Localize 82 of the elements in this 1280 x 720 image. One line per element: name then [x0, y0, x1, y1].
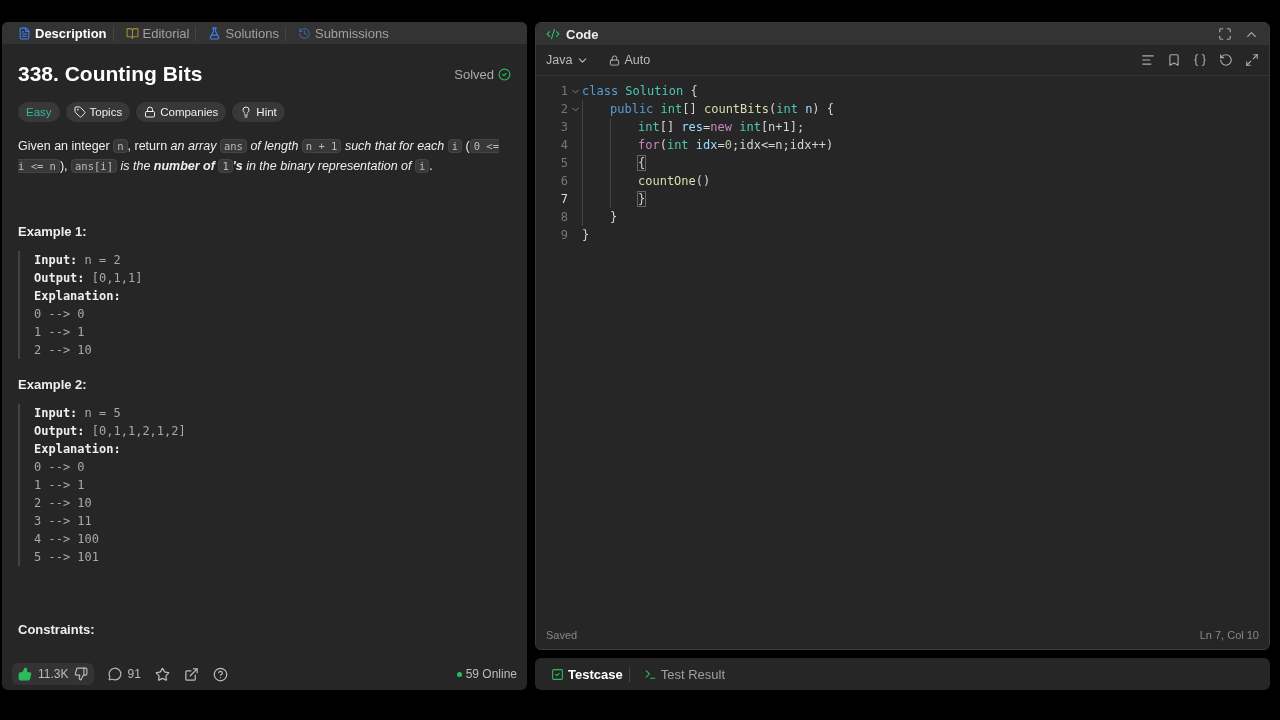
example-line: Output: [0,1,1] — [34, 270, 144, 287]
line-number: 6 — [559, 174, 568, 188]
comment-icon[interactable] — [108, 667, 123, 681]
problem-statement: Given an integer n , return an array ans of length n + 1 such that for each i ( 0 <= i <= n ), ans[i] is the number of 1 's in the binary representation of i . — [18, 138, 501, 175]
bookmark-icon[interactable] — [1167, 53, 1181, 67]
tag-chip[interactable]: Companies — [136, 102, 227, 122]
line-number: 4 — [559, 138, 568, 152]
line-number: 1 — [559, 84, 568, 98]
example-line: 1 --> 1 — [34, 324, 86, 341]
lock-icon — [144, 106, 157, 118]
braces-icon[interactable] — [1193, 53, 1207, 67]
constraints-title: Constraints: — [18, 622, 96, 637]
console-tab[interactable]: Test Result — [637, 666, 731, 682]
checkbox-icon — [551, 667, 564, 681]
cursor-position: Ln 7, Col 10 — [1199, 629, 1259, 641]
code-line: } — [638, 192, 646, 206]
example-line: 2 --> 10 — [34, 342, 93, 359]
language-select[interactable]: Java — [546, 53, 590, 67]
panel-tab[interactable]: Submissions — [291, 25, 395, 41]
example-line: Output: [0,1,1,2,1,2] — [34, 423, 187, 440]
thumbs-down-icon[interactable] — [74, 667, 89, 681]
example-line: 1 --> 1 — [34, 477, 86, 494]
flask-icon — [208, 26, 222, 40]
console-tab[interactable]: Testcase — [545, 666, 630, 682]
lightbulb-icon — [240, 106, 253, 118]
example-line: Input: n = 2 — [34, 252, 122, 269]
panel-tab[interactable]: Editorial — [119, 25, 197, 41]
line-number: 3 — [559, 120, 568, 134]
share-icon[interactable] — [183, 666, 199, 682]
example-line: 5 --> 101 — [34, 549, 101, 566]
code-line: public int[] countBits(int n) { — [610, 102, 835, 116]
example-line: 3 --> 11 — [34, 513, 93, 530]
history-icon — [297, 26, 311, 40]
example-line: 4 --> 100 — [34, 531, 101, 548]
like-count: 11.3K — [38, 667, 69, 681]
example-line: 2 --> 10 — [34, 495, 93, 512]
difficulty-badge: Easy — [18, 102, 60, 122]
panel-tab[interactable]: Solutions — [202, 25, 286, 41]
tag-chip[interactable]: Hint — [232, 102, 285, 122]
example-line: Input: n = 5 — [34, 405, 122, 422]
panel-tab[interactable]: Description — [12, 25, 114, 41]
online-count: 59 Online — [456, 667, 517, 681]
mode-label[interactable]: Auto — [609, 53, 651, 67]
example-line: Explanation: — [34, 441, 122, 458]
tag-icon — [73, 106, 86, 118]
lock-icon — [609, 54, 621, 66]
save-status: Saved — [546, 629, 578, 641]
expand-icon[interactable] — [1245, 53, 1259, 67]
solved-status: Solved — [454, 66, 511, 82]
code-line: } — [610, 210, 618, 224]
line-number: 7 — [559, 192, 568, 206]
example-line: 0 --> 0 — [34, 459, 86, 476]
line-number: 2 — [559, 102, 568, 116]
code-line: countOne() — [638, 174, 711, 188]
example-line: 0 --> 0 — [34, 306, 86, 323]
fullscreen-icon[interactable] — [1218, 26, 1232, 41]
reset-icon[interactable] — [1219, 53, 1233, 67]
tag-chip[interactable]: Topics — [65, 102, 131, 122]
example-line: Explanation: — [34, 288, 122, 305]
line-number: 9 — [559, 228, 568, 242]
check-circle-icon — [498, 67, 511, 81]
line-number: 8 — [559, 210, 568, 224]
thumbs-up-icon[interactable] — [18, 667, 32, 681]
code-icon — [546, 27, 560, 41]
code-line: int[] res=new int[n+1]; — [638, 120, 805, 134]
format-icon[interactable] — [1141, 53, 1155, 67]
problem-title: 338. Counting Bits — [18, 62, 203, 86]
terminal-icon — [643, 667, 657, 681]
line-number: 5 — [559, 156, 568, 170]
comment-count: 91 — [127, 667, 141, 681]
star-icon[interactable] — [154, 666, 170, 682]
help-icon[interactable] — [212, 666, 228, 682]
code-line: class Solution { — [582, 84, 698, 98]
code-line: } — [582, 228, 590, 242]
book-icon — [125, 26, 139, 40]
example-title: Example 2: — [18, 377, 88, 392]
vote-control[interactable]: 11.3K — [12, 663, 95, 685]
code-line: { — [638, 156, 646, 170]
example-title: Example 1: — [18, 224, 88, 239]
document-icon — [18, 26, 31, 40]
panel-title: Code — [566, 26, 599, 42]
code-line: for(int idx=0;idx<=n;idx++) — [638, 138, 834, 152]
